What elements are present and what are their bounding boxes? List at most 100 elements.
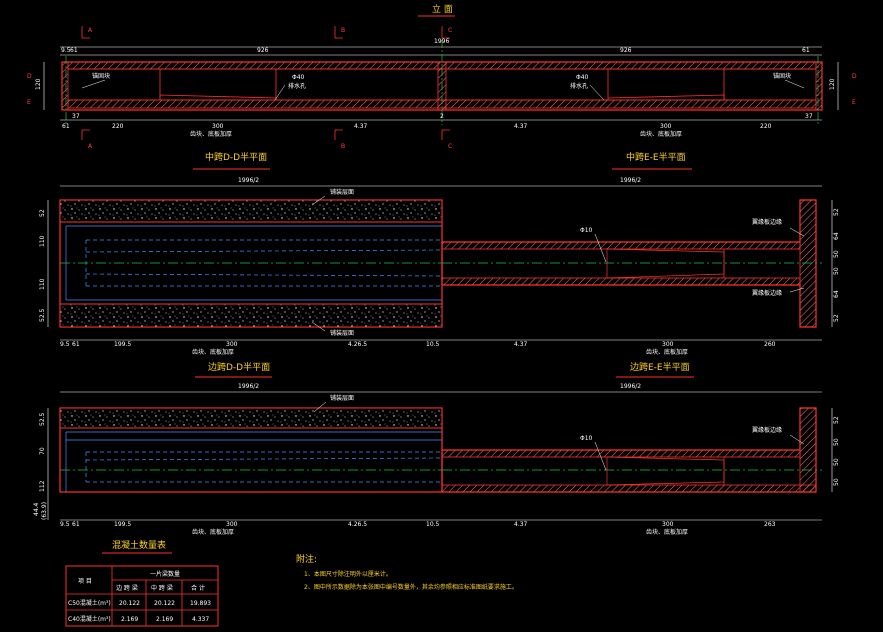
elev-bot-437-right: 4.37	[514, 123, 528, 130]
elev-chamfer-note-right: 齿块、底板加厚	[640, 130, 682, 138]
side-b-300: 300	[226, 521, 238, 528]
side-dd-half-total: 1996/2	[238, 383, 259, 390]
side-h-112: 112	[39, 480, 46, 492]
cad-drawing: 立 面 1996 9.5 61 926 926 61 A B C A B C D…	[27, 3, 857, 627]
table-row-1-v1: 2.169	[156, 616, 173, 623]
elev-bot-300-right: 300	[660, 123, 672, 130]
elev-dim-left-b: 61	[70, 47, 78, 54]
table-col-2: 合 计	[191, 584, 205, 592]
elev-chamfer-note-left: 齿块、底板加厚	[190, 130, 232, 138]
table-row-0-label: C50混凝土(m³)	[68, 599, 111, 607]
mid-h-52-top: 52	[39, 209, 46, 217]
quantity-table: 混凝土数量表 项 目 一片梁数量 边 跨 梁 中 跨 梁 合 计 C50混凝土(…	[65, 539, 219, 627]
side-ee-hole: Φ10	[580, 435, 593, 442]
section-label-c-bot: C	[448, 143, 452, 150]
elev-callout-hole-right2: 排水孔	[570, 82, 588, 90]
section-label-b-bot: B	[341, 143, 345, 150]
side-h-63: (63.9)	[41, 502, 48, 520]
mid-dd-cover-top: 铺装层面	[330, 188, 354, 196]
mid-b-61: 61	[72, 341, 80, 348]
mid-r-64b: 64	[833, 290, 840, 298]
mid-b-1995: 199.5	[114, 341, 131, 348]
side-r-50: 50	[833, 438, 840, 446]
notes-title: 附注:	[296, 553, 317, 565]
notes: 附注: 1、本图尺寸除注明外以厘米计。 2、图中所示数据除为本张图中编号数量外，…	[296, 553, 518, 591]
mid-span-plans: 中跨D-D半平面 中跨E-E半平面 1996/2 1996/2 铺装层面 铺装层…	[39, 151, 840, 356]
elev-bot-220-left: 220	[112, 123, 124, 130]
mid-dd-chamfer-note: 齿块、底板加厚	[192, 348, 234, 356]
table-row-1-label: C40混凝土(m³)	[68, 615, 111, 623]
section-label-e-left: E	[27, 99, 31, 106]
note-1: 1、本图尺寸除注明外以厘米计。	[304, 570, 392, 578]
elev-dim-right: 61	[802, 47, 810, 54]
mid-ee-half-total: 1996/2	[620, 177, 641, 184]
table-row-1-v0: 2.169	[121, 616, 138, 623]
section-label-a-bot: A	[88, 143, 93, 150]
side-span-plans: 边跨D-D半平面 边跨E-E半平面 1996/2 1996/2 铺装层面 Φ10…	[33, 361, 840, 536]
elev-callout-hole-right: Φ40	[576, 74, 589, 81]
side-r-50b: 50	[833, 458, 840, 466]
table-row-0-v0: 20.122	[119, 600, 140, 607]
mid-r-64: 64	[833, 232, 840, 240]
side-b-1995: 199.5	[114, 521, 131, 528]
mid-b-4265: 4.26.5	[348, 341, 367, 348]
side-ee-chamfer-note: 齿块、底板加厚	[646, 528, 688, 536]
side-b-105: 10.5	[426, 521, 440, 528]
side-b-263: 263	[764, 521, 776, 528]
mid-ee-chamfer-note: 齿块、底板加厚	[646, 348, 688, 356]
elevation-view: 立 面 1996 9.5 61 926 926 61 A B C A B C D…	[27, 3, 857, 150]
mid-ee-title: 中跨E-E半平面	[626, 151, 686, 163]
elev-dim-height-right: 120	[829, 78, 836, 90]
mid-b-9: 9.5	[60, 341, 70, 348]
mid-b-300r: 300	[662, 341, 674, 348]
note-2: 2、图中所示数据除为本张图中编号数量外，其余均参照相应标准图纸要求施工。	[304, 583, 518, 591]
mid-dd-cover-bot: 铺装层面	[330, 329, 354, 337]
elev-bot-right: 37	[805, 113, 813, 120]
side-dd-cover: 铺装层面	[330, 394, 354, 402]
mid-dd-title: 中跨D-D半平面	[205, 151, 267, 163]
side-ee-title: 边跨E-E半平面	[630, 361, 690, 373]
section-label-d-right: D	[852, 73, 857, 80]
section-label-e-right: E	[852, 99, 856, 106]
elev-dim-half-right: 926	[620, 47, 632, 54]
side-r-50c: 50	[833, 478, 840, 486]
side-b-300r: 300	[662, 521, 674, 528]
side-ee-slab-edge: 翼缘板边缘	[752, 426, 782, 434]
elev-dim-height-left: 120	[35, 78, 42, 90]
elev-callout-anchor-right: 锚固块	[773, 72, 791, 80]
side-b-9: 9.5	[60, 521, 70, 528]
elev-bot-437-left: 4.37	[354, 123, 368, 130]
table-row-0-v1: 20.122	[154, 600, 175, 607]
side-r-52: 52	[833, 416, 840, 424]
side-b-61: 61	[72, 521, 80, 528]
mid-h-52-bot: 52.5	[39, 308, 46, 322]
side-dd-chamfer-note: 齿块、底板加厚	[192, 528, 234, 536]
mid-h-110-top: 110	[39, 235, 46, 247]
elev-callout-hole-left: Φ40	[292, 74, 305, 81]
mid-ee-slab-edge-top: 翼缘板边缘	[752, 218, 782, 226]
table-title: 混凝土数量表	[112, 539, 166, 551]
side-h-44: 44.4	[33, 502, 40, 516]
side-ee-half-total: 1996/2	[620, 383, 641, 390]
mid-dd-half-total: 1996/2	[238, 177, 259, 184]
mid-h-110-bot: 110	[39, 278, 46, 290]
elevation-title: 立 面	[432, 3, 453, 15]
mid-ee-hole: Φ10	[580, 227, 593, 234]
mid-r-50a: 50	[833, 250, 840, 258]
table-row-1-v2: 4.337	[192, 616, 209, 623]
table-col-name: 项 目	[78, 578, 92, 585]
section-label-d-left: D	[27, 73, 32, 80]
side-b-437: 4.37	[514, 521, 528, 528]
table-col-0: 边 跨 梁	[116, 584, 138, 592]
mid-b-437: 4.37	[514, 341, 528, 348]
elev-bot-300-left: 300	[212, 123, 224, 130]
table-col-group: 一片梁数量	[150, 570, 180, 578]
elev-dim-half-left: 926	[257, 47, 269, 54]
mid-b-300: 300	[226, 341, 238, 348]
mid-r-50b: 50	[833, 267, 840, 275]
section-label-b-top: B	[341, 27, 345, 34]
elev-bot-left-b: 37	[72, 113, 80, 120]
side-h-525: 52.5	[39, 412, 46, 426]
mid-r-52: 52	[833, 208, 840, 216]
section-label-a-top: A	[88, 27, 93, 34]
